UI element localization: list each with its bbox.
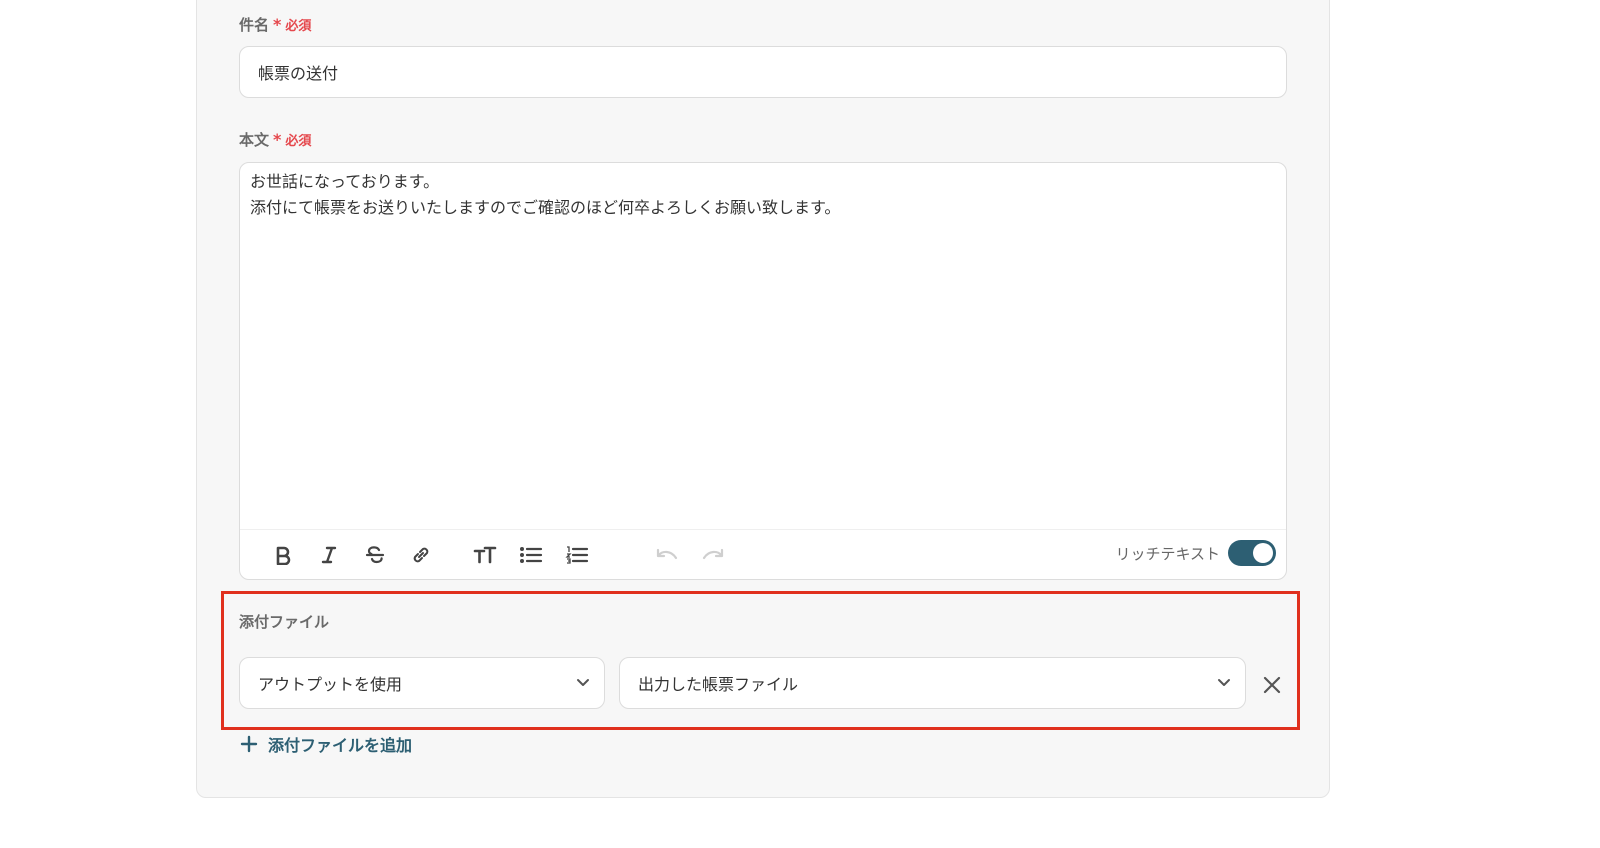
rich-text-label: リッチテキスト <box>1115 544 1220 563</box>
body-editor[interactable]: お世話になっております。 添付にて帳票をお送りいたしますのでご確認のほど何卒よろ… <box>239 162 1287 580</box>
body-label: 本文 * 必須 <box>239 129 311 150</box>
subject-input[interactable]: 帳票の送付 <box>239 46 1287 98</box>
italic-icon[interactable] <box>306 537 352 573</box>
required-badge: 必須 <box>285 134 312 149</box>
body-line: お世話になっております。 <box>250 172 440 191</box>
plus-icon <box>240 735 258 753</box>
attachment-label-text: 添付ファイル <box>239 613 330 631</box>
attachment-label: 添付ファイル <box>239 611 329 632</box>
toggle-knob <box>1253 543 1273 563</box>
required-star: * <box>273 130 282 149</box>
body-line: 添付にて帳票をお送りいたしますのでご確認のほど何卒よろしくお願い致します。 <box>250 198 841 217</box>
bullet-list-icon[interactable] <box>508 537 554 573</box>
attachment-file-value: 出力した帳票ファイル <box>638 675 799 694</box>
rich-text-toggle[interactable] <box>1228 540 1276 566</box>
chevron-down-icon <box>577 679 589 686</box>
attachment-source-select[interactable]: アウトプットを使用 <box>239 657 605 709</box>
bold-icon[interactable] <box>260 537 306 573</box>
subject-value: 帳票の送付 <box>258 64 339 83</box>
add-attachment-label: 添付ファイルを追加 <box>268 736 413 755</box>
attachment-source-value: アウトプットを使用 <box>258 675 403 694</box>
link-icon[interactable] <box>398 537 444 573</box>
attachment-file-select[interactable]: 出力した帳票ファイル <box>619 657 1246 709</box>
body-label-text: 本文 <box>239 131 270 149</box>
subject-label: 件名 * 必須 <box>239 14 311 35</box>
redo-icon[interactable] <box>690 537 736 573</box>
undo-icon[interactable] <box>644 537 690 573</box>
editor-toolbar: リッチテキスト <box>240 529 1286 579</box>
text-size-icon[interactable] <box>462 537 508 573</box>
required-badge: 必須 <box>285 19 312 34</box>
rich-text-toggle-group: リッチテキスト <box>1115 540 1276 566</box>
numbered-list-icon[interactable] <box>554 537 600 573</box>
add-attachment-button[interactable]: 添付ファイルを追加 <box>240 732 412 756</box>
body-text[interactable]: お世話になっております。 添付にて帳票をお送りいたしますのでご確認のほど何卒よろ… <box>250 169 1276 221</box>
required-star: * <box>273 15 282 34</box>
subject-label-text: 件名 <box>239 16 270 34</box>
strikethrough-icon[interactable] <box>352 537 398 573</box>
chevron-down-icon <box>1218 679 1230 686</box>
close-icon[interactable] <box>1260 673 1284 697</box>
